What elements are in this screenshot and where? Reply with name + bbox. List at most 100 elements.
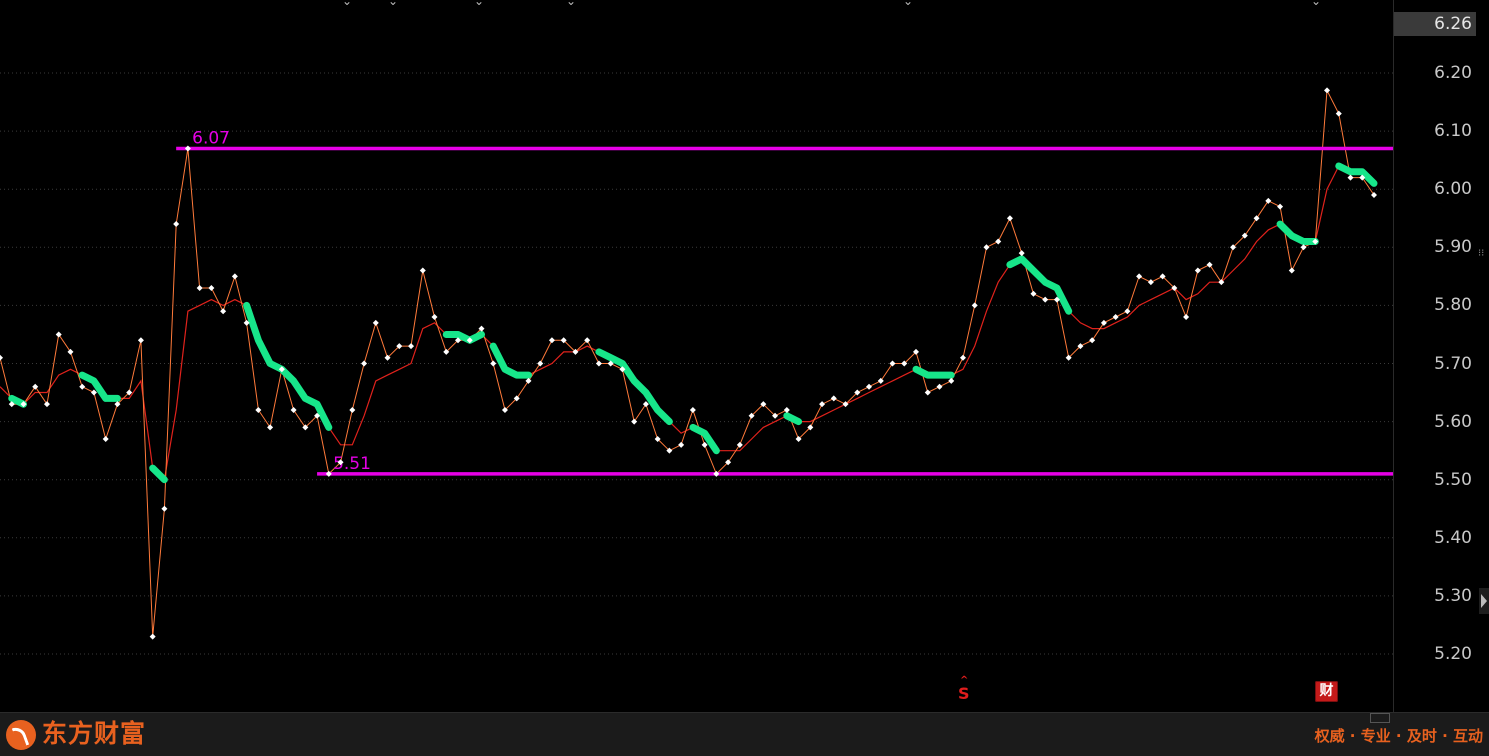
price-point (490, 360, 497, 367)
price-point (995, 238, 1002, 245)
axis-grip-icon[interactable]: ⁝⁝ (1478, 248, 1486, 264)
highlight-segment (1335, 162, 1378, 187)
brand-logo-icon (6, 720, 36, 750)
ma-series-line (0, 165, 1375, 481)
price-point (290, 406, 297, 413)
price-point (631, 418, 638, 425)
price-point (1253, 215, 1260, 222)
price-point (419, 267, 426, 274)
price-chart[interactable]: 6.07 5.51 (0, 0, 1393, 712)
price-point (231, 273, 238, 280)
y-tick-label: 5.90 (1434, 237, 1472, 258)
ma-line (0, 165, 1375, 481)
top-event-marker-icon[interactable]: ⌄ (566, 0, 576, 8)
price-point (161, 505, 168, 512)
expand-panel-arrow-icon[interactable] (1479, 588, 1489, 614)
y-tick-label: 5.40 (1434, 527, 1472, 548)
price-point (102, 436, 109, 443)
highlight-segment (1276, 220, 1319, 245)
price-point (32, 383, 39, 390)
price-point (678, 441, 685, 448)
price-point (537, 360, 544, 367)
price-point (1300, 244, 1307, 251)
price-point (1030, 290, 1037, 297)
price-point (1347, 174, 1354, 181)
price-point (1206, 261, 1213, 268)
price-point (1335, 110, 1342, 117)
price-point (1124, 308, 1131, 315)
y-tick-label: 6.20 (1434, 63, 1472, 83)
price-point (1277, 203, 1284, 210)
y-tick-label: 5.20 (1434, 644, 1472, 664)
top-event-marker-icon[interactable]: ⌄ (903, 0, 913, 8)
y-tick-label: 5.50 (1434, 469, 1472, 490)
highlight-segment (442, 331, 485, 344)
price-point (1324, 87, 1331, 94)
price-point (689, 406, 696, 413)
price-point (67, 348, 74, 355)
finance-event-badge[interactable]: 财 (1315, 681, 1338, 702)
price-point (830, 395, 837, 402)
price-point (983, 244, 990, 251)
price-point (173, 221, 180, 228)
price-point (924, 389, 931, 396)
price-point (1112, 314, 1119, 321)
price-point (90, 389, 97, 396)
price-point (595, 360, 602, 367)
gridlines (0, 72, 1393, 655)
price-point (783, 406, 790, 413)
y-tick-label: 6.10 (1434, 121, 1472, 142)
price-point (889, 360, 896, 367)
y-tick-label: 5.60 (1434, 411, 1472, 432)
price-point (79, 383, 86, 390)
resistance-label: 6.07 (192, 129, 230, 149)
top-event-marker-icon[interactable]: ⌄ (1311, 0, 1321, 8)
price-point (361, 360, 368, 367)
price-point (959, 354, 966, 361)
price-point (43, 401, 50, 408)
price-point (137, 337, 144, 344)
price-point (1006, 215, 1013, 222)
y-tick-label: 5.30 (1434, 585, 1472, 606)
price-point (267, 424, 274, 431)
support-label: 5.51 (333, 454, 371, 474)
price-point (642, 401, 649, 408)
top-event-marker-icon[interactable]: ⌄ (342, 0, 352, 8)
price-point (819, 401, 826, 408)
price-point (736, 441, 743, 448)
price-point (0, 354, 3, 361)
price-point (525, 377, 532, 384)
price-series-line (0, 88, 1375, 637)
price-point (255, 406, 262, 413)
top-event-marker-icon[interactable]: ⌄ (474, 0, 484, 8)
price-point (184, 145, 191, 152)
highlight-segment (1006, 255, 1073, 315)
price-point (220, 308, 227, 315)
price-point (1089, 337, 1096, 344)
price-point (196, 284, 203, 291)
price-point (1194, 267, 1201, 274)
price-point (408, 343, 415, 350)
y-tick-label: 5.70 (1434, 353, 1472, 374)
price-point (1136, 273, 1143, 280)
price-point (149, 633, 156, 640)
price-point (701, 441, 708, 448)
price-point (948, 377, 955, 384)
event-s-marker[interactable]: S (958, 675, 970, 703)
footer-bar: 东方财富 权威 · 专业 · 及时 · 互动 (0, 712, 1489, 756)
price-point (971, 302, 978, 309)
y-tick-label: 5.80 (1434, 295, 1472, 316)
footer-mini-button[interactable] (1370, 713, 1390, 723)
brand-slogan: 权威 · 专业 · 及时 · 互动 (1314, 727, 1483, 745)
price-point (936, 383, 943, 390)
current-price-label: 6.26 (1394, 12, 1476, 36)
brand-name: 东方财富 (42, 719, 147, 748)
price-point (1371, 192, 1377, 199)
top-event-marker-icon[interactable]: ⌄ (388, 0, 398, 8)
y-tick-label: 6.00 (1434, 179, 1472, 200)
price-point (349, 406, 356, 413)
highlight-segment (783, 412, 803, 426)
price-point (1265, 197, 1272, 204)
highlight-segment (78, 371, 121, 402)
price-point (866, 383, 873, 390)
